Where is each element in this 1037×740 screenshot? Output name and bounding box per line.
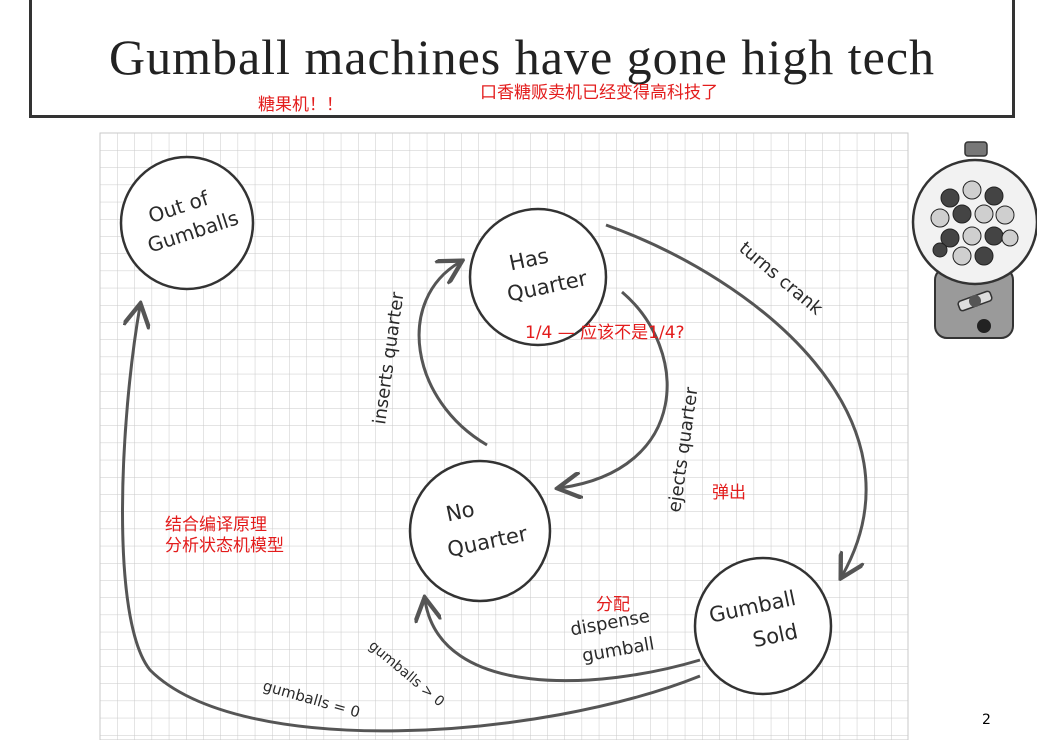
- gumball-machine-illustration: [911, 141, 1037, 339]
- state-out-of-gumballs: Out of Gumballs: [119, 155, 255, 291]
- note-dispense: 分配: [596, 595, 630, 615]
- note-eject: 弹出: [712, 483, 746, 503]
- note-title-translation: 口香糖贩卖机已经变得高科技了: [480, 83, 718, 103]
- note-compiler-line2: 分析状态机模型: [165, 536, 284, 556]
- state-no-quarter: No Quarter: [408, 459, 552, 603]
- state-diagram: Out of Gumballs Has Quarter No Quarter G…: [99, 132, 1037, 740]
- note-quarter-question: 1/4 — 应该不是1/4?: [525, 323, 685, 343]
- state-gumball-sold: Gumball Sold: [693, 556, 833, 696]
- page-number: 2: [982, 712, 991, 728]
- note-compiler-line1: 结合编译原理: [165, 515, 267, 535]
- note-gumball-machine: 糖果机！！: [258, 95, 343, 115]
- note-compiler: 结合编译原理 分析状态机模型: [165, 515, 284, 557]
